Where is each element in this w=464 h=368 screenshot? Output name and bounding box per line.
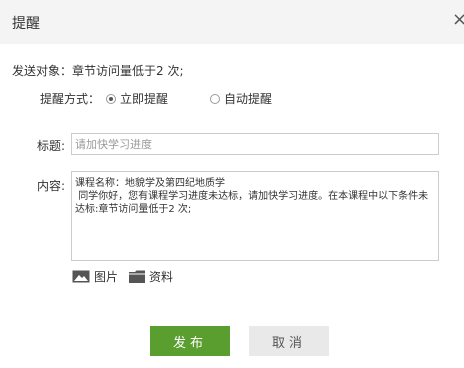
close-icon[interactable]: ×: [452, 10, 464, 30]
dialog-title: 提醒: [12, 16, 40, 32]
folder-icon: [129, 270, 145, 283]
publish-button[interactable]: 发布: [150, 326, 230, 356]
radio-auto-label: 自动提醒: [224, 92, 273, 106]
file-label: 资料: [149, 270, 174, 284]
add-image-button[interactable]: 图片: [72, 268, 118, 285]
reminder-method-row: 提醒方式： 立即提醒 自动提醒: [40, 90, 272, 107]
radio-immediate-label: 立即提醒: [120, 92, 169, 106]
cancel-button[interactable]: 取消: [249, 326, 329, 356]
title-input[interactable]: [71, 133, 439, 155]
add-file-button[interactable]: 资料: [129, 268, 173, 285]
image-icon: [72, 270, 90, 283]
radio-button-checked[interactable]: [106, 93, 117, 104]
radio-immediate-reminder[interactable]: 立即提醒: [106, 90, 168, 107]
dialog-header: 提醒 ×: [0, 0, 464, 44]
send-target-row: 发送对象：章节访问量低于2 次;: [12, 62, 184, 79]
image-label: 图片: [94, 270, 119, 284]
send-target-label: 发送对象：: [12, 64, 73, 78]
content-textarea[interactable]: 课程名称：地貌学及第四纪地质学 同学你好，您有课程学习进度未达标，请加快学习进度…: [71, 171, 439, 261]
title-label: 标题:: [37, 139, 66, 153]
radio-auto-reminder[interactable]: 自动提醒: [210, 90, 272, 107]
send-target-value: 章节访问量低于2 次;: [72, 64, 184, 78]
radio-button-unchecked[interactable]: [210, 93, 221, 104]
reminder-method-label: 提醒方式：: [40, 92, 101, 106]
content-label: 内容:: [37, 179, 66, 193]
